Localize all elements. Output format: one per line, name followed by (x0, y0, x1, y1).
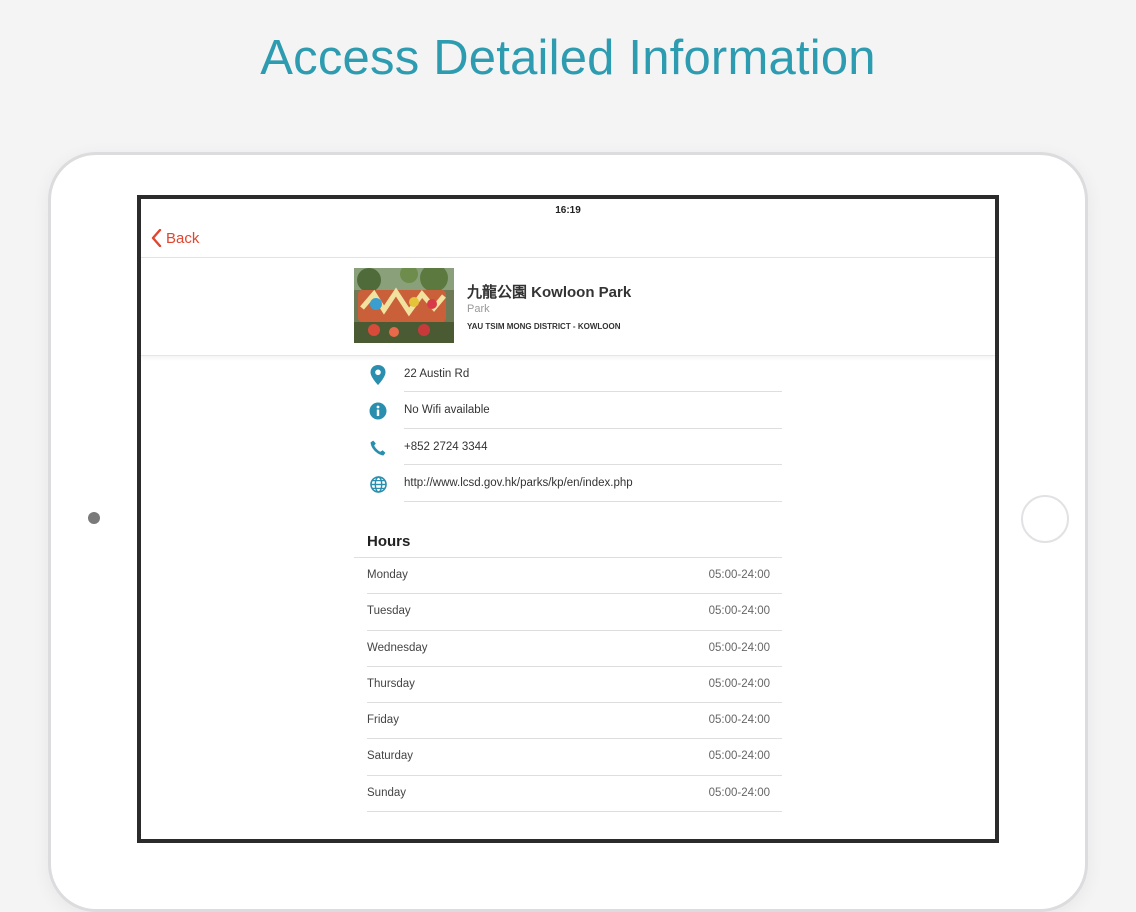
hours-time: 05:00-24:00 (708, 605, 770, 618)
place-type: Park (467, 303, 490, 315)
place-photo (354, 268, 454, 343)
chevron-left-icon (151, 229, 162, 247)
info-row-website[interactable]: http://www.lcsd.gov.hk/parks/kp/en/index… (354, 465, 782, 502)
info-wifi: No Wifi available (404, 404, 490, 417)
hours-heading: Hours (367, 533, 411, 550)
hours-row: Wednesday 05:00-24:00 (367, 631, 782, 667)
hours-time: 05:00-24:00 (708, 677, 770, 690)
hours-day: Monday (367, 569, 408, 581)
hours-day: Saturday (367, 750, 414, 763)
hours-time: 05:00-24:00 (708, 714, 770, 727)
hours-time: 05:00-24:00 (708, 641, 770, 654)
place-header: 九龍公園 Kowloon Park Park YAU TSIM MONG DIS… (141, 257, 995, 356)
place-title: 九龍公園 Kowloon Park (467, 284, 632, 301)
status-bar-time: 16:19 (555, 205, 581, 216)
info-icon (368, 401, 388, 421)
info-website: http://www.lcsd.gov.hk/parks/kp/en/index… (404, 477, 633, 490)
info-row-phone[interactable]: +852 2724 3344 (354, 429, 782, 466)
back-button[interactable]: Back (151, 227, 199, 249)
info-row-address[interactable]: 22 Austin Rd (354, 356, 782, 393)
hours-row: Monday 05:00-24:00 (367, 558, 782, 595)
info-list: 22 Austin Rd No Wifi available +852 2724… (354, 356, 782, 502)
hours-row: Thursday 05:00-24:00 (367, 667, 782, 704)
hours-time: 05:00-24:00 (708, 750, 770, 763)
place-district: YAU TSIM MONG DISTRICT - KOWLOON (467, 322, 621, 331)
hours-day: Thursday (367, 677, 415, 690)
info-address: 22 Austin Rd (404, 368, 470, 380)
hours-time: 05:00-24:00 (708, 569, 770, 581)
hours-list: Monday 05:00-24:00 Tuesday 05:00-24:00 W… (367, 558, 782, 813)
hours-row: Sunday 05:00-24:00 (367, 776, 782, 813)
hours-row: Saturday 05:00-24:00 (367, 739, 782, 776)
promo-headline: Access Detailed Information (260, 31, 876, 85)
hours-day: Wednesday (367, 641, 428, 654)
back-label: Back (166, 229, 200, 247)
info-phone: +852 2724 3344 (404, 440, 488, 453)
hours-day: Sunday (367, 786, 407, 799)
hours-row: Tuesday 05:00-24:00 (367, 594, 782, 631)
navigation-bar: Back (141, 221, 995, 258)
hours-day: Friday (367, 714, 399, 727)
phone-icon (368, 438, 388, 458)
hours-row: Friday 05:00-24:00 (367, 703, 782, 740)
globe-icon (368, 474, 388, 494)
app-screen: 16:19 Back 九龍公園 Kowloon Park Park YAU TS… (137, 195, 999, 843)
tablet-camera (88, 512, 100, 524)
info-row-wifi[interactable]: No Wifi available (354, 392, 782, 429)
hours-day: Tuesday (367, 605, 411, 618)
hours-time: 05:00-24:00 (708, 786, 770, 799)
location-pin-icon (368, 365, 388, 385)
divider (404, 500, 782, 502)
tablet-home-button (1021, 495, 1069, 543)
